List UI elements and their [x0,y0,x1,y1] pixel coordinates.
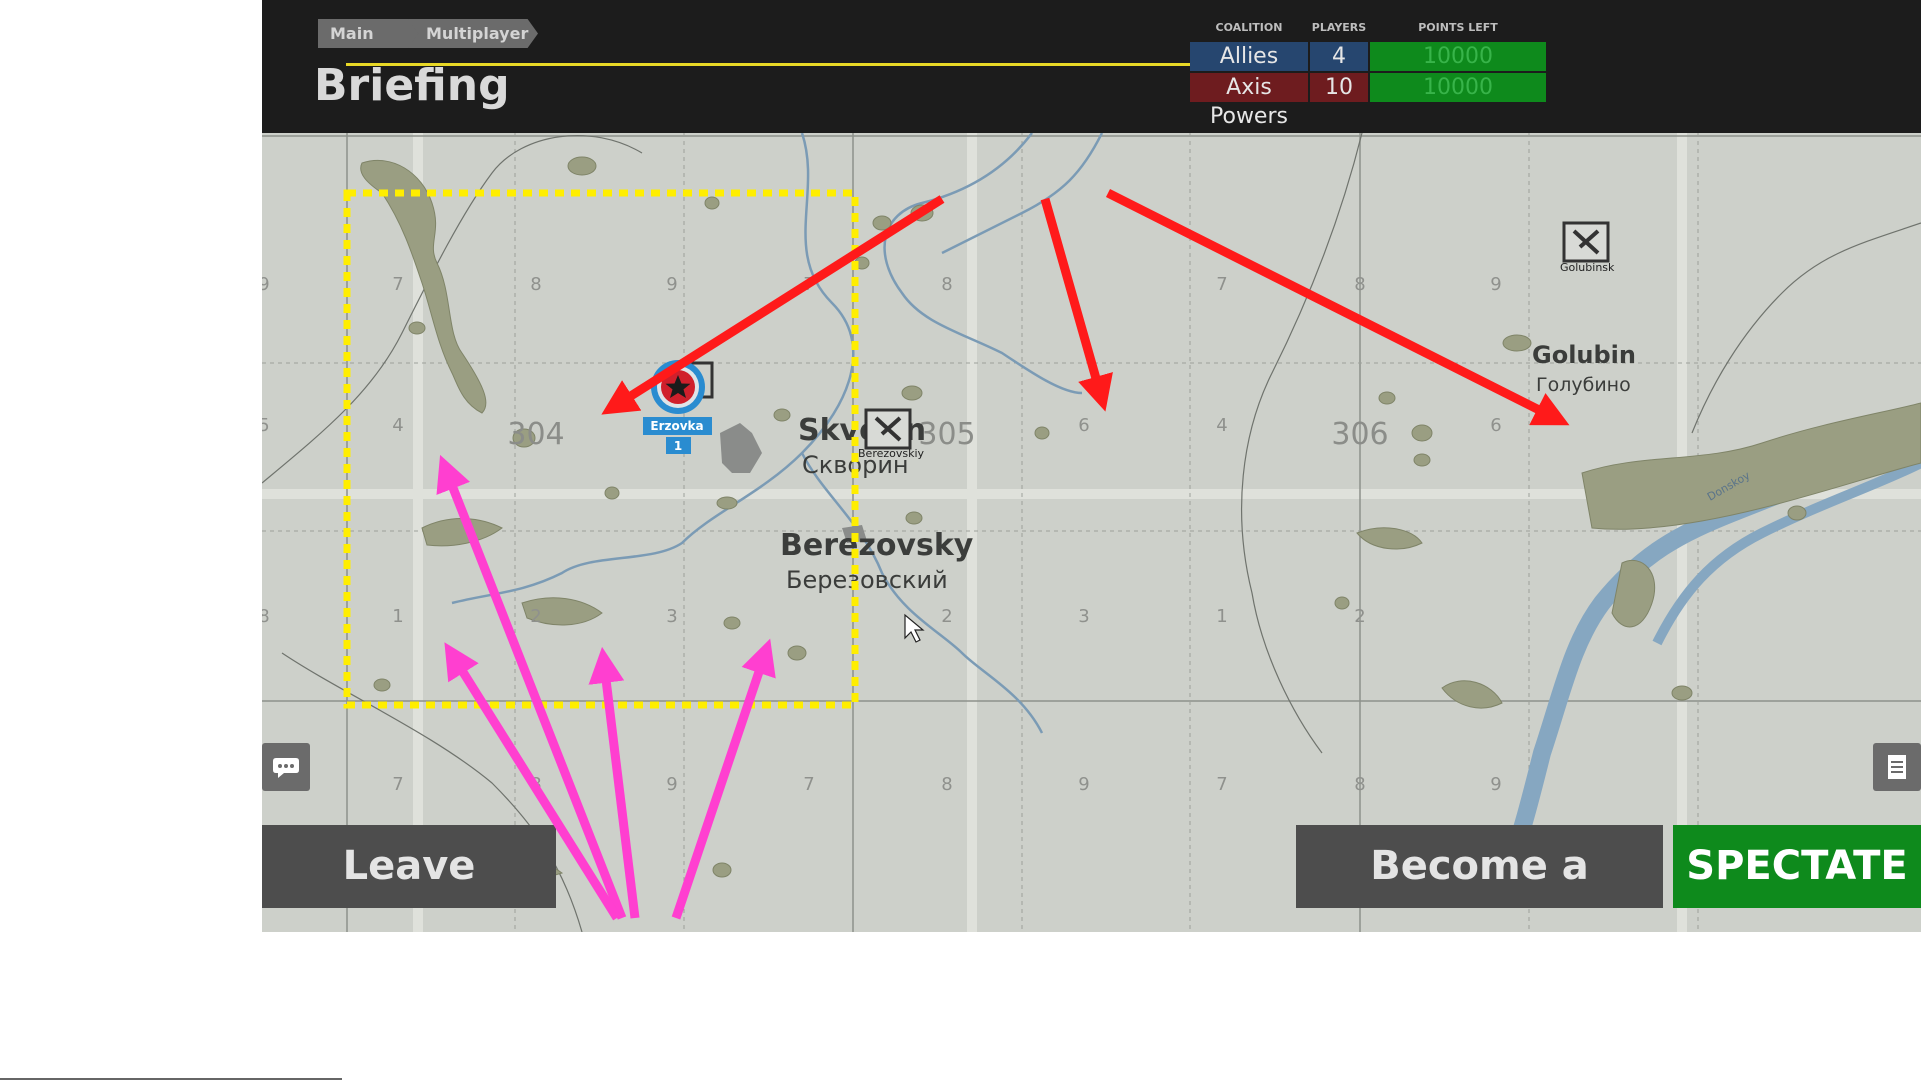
grid-digit: 8 [530,274,541,295]
grid-digit: 8 [1354,774,1365,795]
chat-button[interactable] [262,743,310,791]
page-title: Briefing [314,60,510,111]
grid-digit: 7 [392,774,403,795]
grid-digit: 7 [392,274,403,295]
airfield-label: Berezovskiy [858,447,925,460]
grid-digit: 4 [1216,415,1227,436]
notes-icon [1888,755,1906,779]
grid-digit: 9 [1490,274,1501,295]
breadcrumb-multiplayer[interactable]: Multiplayer [408,19,538,48]
grid-digit: 7 [803,274,814,295]
grid-digit: 2 [941,606,952,627]
grid-digit: 9 [666,274,677,295]
leave-server-button[interactable]: Leave Server [262,825,556,932]
points-header: POINTS LEFT [1418,21,1498,34]
grid-digit: 7 [803,774,814,795]
grid-digit: 8 [941,274,952,295]
grid-digit: 9 [666,774,677,795]
coalition-header: COALITION [1215,21,1283,34]
grid-digit: 6 [1078,415,1089,436]
chat-icon [273,758,299,778]
grid-digit: 7 [1216,774,1227,795]
sector-number: 305 [918,417,975,452]
grid-digit: 8 [941,774,952,795]
grid-digit: 1 [1216,606,1227,627]
grid-digit: 3 [1078,606,1089,627]
town-berezovsky-ru: Березовский [786,566,948,594]
grid-digit: 8 [262,606,270,627]
grid-digit: 3 [666,606,677,627]
grid-digit: 4 [392,415,403,436]
sector-number: 306 [1331,417,1388,452]
players-axis: 10 [1310,73,1368,102]
spectate-button[interactable]: SPECTATE [1673,825,1921,908]
briefing-map[interactable]: 7 8 9 7 8 7 8 9 4 6 4 6 1 2 3 2 3 1 2 7 … [262,133,1921,932]
airfield-label: Golubinsk [1560,261,1615,274]
grid-digit: 9 [262,274,270,295]
notes-button[interactable] [1873,743,1921,791]
spawn-count: 1 [674,439,682,453]
game-screen: Main Menu Multiplayer Briefing COALITION… [262,0,1921,932]
coalition-axis: Axis Powers [1190,73,1308,129]
town-golubin: Golubin [1532,341,1636,369]
points-allies: 10000 [1370,42,1546,71]
grid-digit: 5 [262,415,270,436]
players-header: PLAYERS [1311,21,1367,34]
players-allies: 4 [1310,42,1368,71]
airfield-icon[interactable] [864,408,912,450]
grid-digit: 6 [1490,415,1501,436]
grid-digit: 2 [530,606,541,627]
grid-digit: 1 [392,606,403,627]
coalition-allies: Allies [1190,42,1308,71]
grid-digit: 2 [1354,606,1365,627]
grid-digit: 8 [530,774,541,795]
town-berezovsky: Berezovsky [780,528,974,563]
sector-number: 304 [507,417,564,452]
spawn-name: Erzovka [650,419,703,433]
briefing-header: Main Menu Multiplayer Briefing COALITION… [262,0,1921,133]
grid-digit: 8 [1354,274,1365,295]
become-gunner-button[interactable]: Become a Gunner [1296,825,1663,932]
airfield-icon[interactable] [1562,221,1610,263]
grid-digit: 7 [1216,274,1227,295]
grid-digit: 9 [1490,774,1501,795]
town-golubin-ru: Голубино [1536,374,1631,396]
points-axis: 10000 [1370,73,1546,102]
grid-digit: 9 [1078,774,1089,795]
